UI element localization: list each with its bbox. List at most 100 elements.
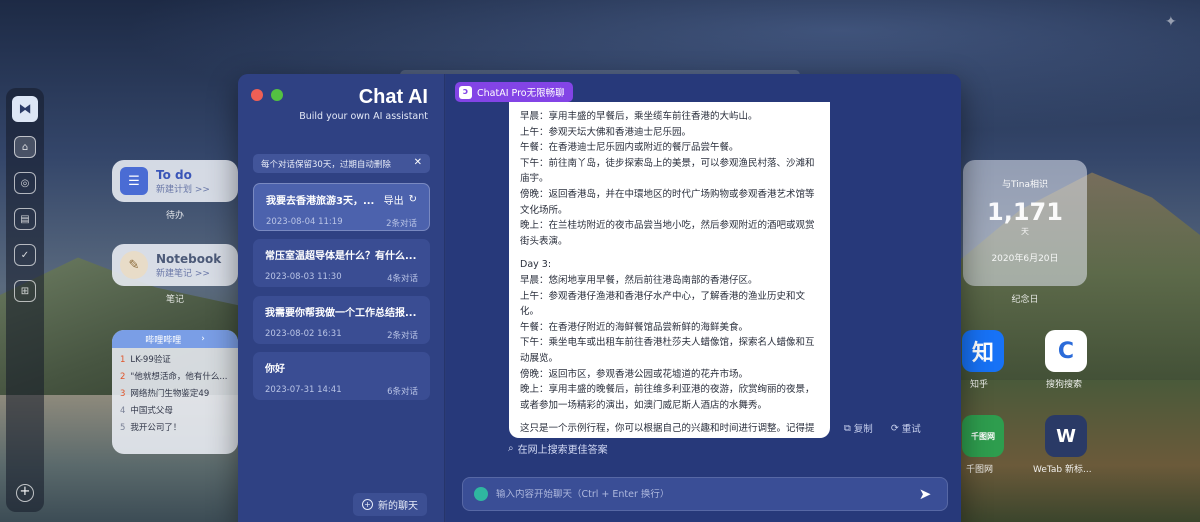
close-icon[interactable]: ✕: [414, 157, 422, 168]
search-icon: ⌕: [508, 443, 514, 454]
zhihu-app-icon[interactable]: 知: [962, 330, 1004, 372]
check-icon[interactable]: ✓: [14, 244, 36, 266]
assistant-message: 早晨：享用丰盛的早餐后，乘坐缆车前往香港的大屿山。 上午：参观天坛大佛和香港迪士…: [509, 102, 830, 438]
export-label: 导出: [383, 196, 404, 207]
home-icon[interactable]: ⌂: [14, 136, 36, 158]
todo-caption: 待办: [165, 211, 184, 221]
conversation-count: 4条对话: [387, 274, 418, 284]
hotlist-text: 中国式父母: [130, 406, 173, 416]
todo-title: To do: [156, 167, 192, 182]
hotlist-text: LK-99验证: [130, 355, 171, 365]
notebook-subtitle[interactable]: 新建笔记 >>: [156, 266, 221, 279]
message-line: 早晨：享用丰盛的早餐后，乘坐缆车前往香港的大屿山。: [520, 111, 758, 122]
compass-icon[interactable]: ◎: [14, 172, 36, 194]
new-chat-button[interactable]: + 新的聊天: [353, 493, 427, 516]
copy-label: 复制: [853, 424, 873, 435]
copy-icon: ⧉: [844, 422, 851, 434]
conversation-item[interactable]: 我要去香港旅游3天，... 导出 ↻ 2023-08-04 11:19 2条对话: [253, 183, 430, 231]
hotlist-text: 我开公司了！: [130, 423, 182, 433]
hotlist-item[interactable]: 3 网络热门生物鉴定49: [120, 386, 230, 403]
message-line: 傍晚：返回香港岛，并在中環地区的时代广场购物或参观香港艺术馆等文化场所。: [520, 188, 815, 216]
add-icon[interactable]: +: [16, 484, 34, 502]
conversation-title: 我需要你帮我做一个工作总结报...: [265, 308, 417, 319]
conversation-item[interactable]: 你好 2023-07-31 14:41 6条对话: [253, 352, 430, 400]
anniversary-date: 2020年6月20日: [991, 254, 1059, 264]
plus-circle-icon: +: [362, 499, 373, 510]
app-subtitle: Build your own AI assistant: [299, 111, 428, 122]
notebook-title: Notebook: [156, 251, 222, 266]
retention-notice-text: 每个对话保留30天，过期自动删除: [261, 159, 391, 170]
qiantu-app-icon[interactable]: 千图网: [962, 415, 1004, 457]
export-button[interactable]: 导出 ↻: [384, 192, 417, 207]
send-icon[interactable]: ➤: [915, 484, 935, 504]
message-line: 午餐：在香港仔附近的海鲜餐馆品尝新鲜的海鲜美食。: [520, 321, 749, 333]
conversation-count: 2条对话: [386, 219, 417, 229]
new-chat-label: 新的聊天: [378, 501, 418, 512]
wetab-app-label: WeTab 新标...: [1033, 465, 1092, 475]
export-icon: ↻: [408, 194, 417, 205]
notebook-widget[interactable]: ✎ Notebook 新建笔记 >>: [112, 244, 238, 286]
hotlist-rank: 5: [120, 423, 126, 433]
retry-label: 重试: [901, 424, 921, 435]
chat-input[interactable]: [496, 488, 907, 500]
message-actions: ⧉ 复制 ⟳ 重试: [844, 421, 921, 436]
arrow-right-icon: ›: [201, 334, 205, 344]
conversation-count: 2条对话: [387, 331, 418, 341]
conversation-title: 常压室温超导体是什么？有什么...: [265, 251, 417, 262]
side-dock: ⧓ ⌂ ◎ ▤ ✓ ⊞ +: [6, 88, 44, 512]
wetab-app-icon[interactable]: W: [1045, 415, 1087, 457]
hotlist-rank: 3: [120, 389, 126, 399]
model-globe-icon[interactable]: [474, 487, 488, 501]
hotlist-item[interactable]: 4 中国式父母: [120, 403, 230, 420]
hotlist-header[interactable]: 哔哩哔哩 ›: [112, 330, 238, 348]
anniversary-caption: 纪念日: [1011, 295, 1039, 305]
close-window-button[interactable]: [251, 89, 263, 101]
conversation-date: 2023-08-03 11:30: [265, 272, 342, 282]
conversation-item[interactable]: 我需要你帮我做一个工作总结报... 2023-08-02 16:31 2条对话: [253, 296, 430, 344]
anniversary-unit: 天: [1021, 227, 1029, 236]
conversation-count: 6条对话: [387, 387, 418, 397]
message-line: 晚上：享用丰盛的晚餐后，前往维多利亚港的夜游，欣赏绚丽的夜景，或者参加一场精彩的…: [520, 384, 815, 411]
app-title: Chat AI: [358, 86, 428, 108]
anniversary-label: 与Tina相识: [1002, 180, 1048, 190]
message-line: Day 3:: [520, 259, 552, 271]
message-line: 下午：乘坐电车或出租车前往香港杜莎夫人蜡像馆，探索名人蜡像和互动展览。: [520, 337, 815, 364]
hotlist-item[interactable]: 2 "他就想活命，他有什么...: [120, 369, 230, 386]
conversation-item[interactable]: 常压室温超导体是什么？有什么... 2023-08-03 11:30 4条对话: [253, 239, 430, 287]
chat-ai-window: Chat AI Build your own AI assistant 每个对话…: [238, 74, 961, 522]
sogou-app-label: 搜狗搜索: [1046, 380, 1083, 390]
message-line: 上午：参观香港仔渔港和香港仔水产中心，了解香港的渔业历史和文化。: [520, 290, 806, 318]
copy-button[interactable]: ⧉ 复制: [844, 421, 873, 436]
web-search-label: 在网上搜索更佳答案: [517, 445, 608, 456]
notebook-caption: 笔记: [165, 295, 184, 305]
message-line: 午餐：在香港迪士尼乐园内或附近的餐厅品尝午餐。: [520, 142, 739, 154]
hotlist-widget[interactable]: 哔哩哔哩 › 1 LK-99验证 2 "他就想活命，他有什么... 3 网络热门生物鉴定…: [112, 330, 238, 454]
conversation-date: 2023-08-02 16:31: [265, 329, 342, 339]
web-search-link[interactable]: ⌕ 在网上搜索更佳答案: [508, 441, 608, 456]
hotlist-item[interactable]: 1 LK-99验证: [120, 352, 230, 369]
message-line: 这只是一个示例行程，你可以根据自己的兴趣和时间进行调整。记得提前了解景点的开放时…: [520, 423, 815, 435]
hotlist-rank: 2: [120, 372, 126, 382]
maximize-window-button[interactable]: [271, 89, 283, 101]
todo-subtitle[interactable]: 新建计划 >>: [156, 182, 210, 195]
message-line: 早晨：悠闲地享用早餐，然后前往港岛南部的香港仔区。: [520, 274, 758, 286]
sogou-app-icon[interactable]: C: [1045, 330, 1087, 372]
retry-button[interactable]: ⟳ 重试: [891, 421, 921, 436]
game-icon[interactable]: ⊞: [14, 280, 36, 302]
anniversary-widget[interactable]: 与Tina相识 1,171 天 2020年6月20日: [963, 160, 1087, 286]
wetab-logo-icon[interactable]: ⧓: [12, 96, 38, 122]
app-brand: Chat AI Build your own AI assistant: [299, 86, 428, 122]
list-icon: ☰: [120, 167, 148, 195]
pro-badge[interactable]: ↄ ChatAI Pro无限畅聊: [455, 82, 573, 102]
hotlist-item[interactable]: 5 我开公司了！: [120, 420, 230, 437]
zhihu-app-label: 知乎: [970, 380, 989, 390]
todo-widget[interactable]: ☰ To do 新建计划 >>: [112, 160, 238, 202]
store-icon[interactable]: ▤: [14, 208, 36, 230]
message-line: 上午：参观天坛大佛和香港迪士尼乐园。: [520, 126, 692, 138]
hotlist-text: 网络热门生物鉴定49: [130, 389, 210, 399]
retention-notice: 每个对话保留30天，过期自动删除 ✕: [253, 154, 430, 173]
leaf-icon[interactable]: ✦: [1165, 14, 1183, 32]
pencil-icon: ✎: [120, 251, 148, 279]
